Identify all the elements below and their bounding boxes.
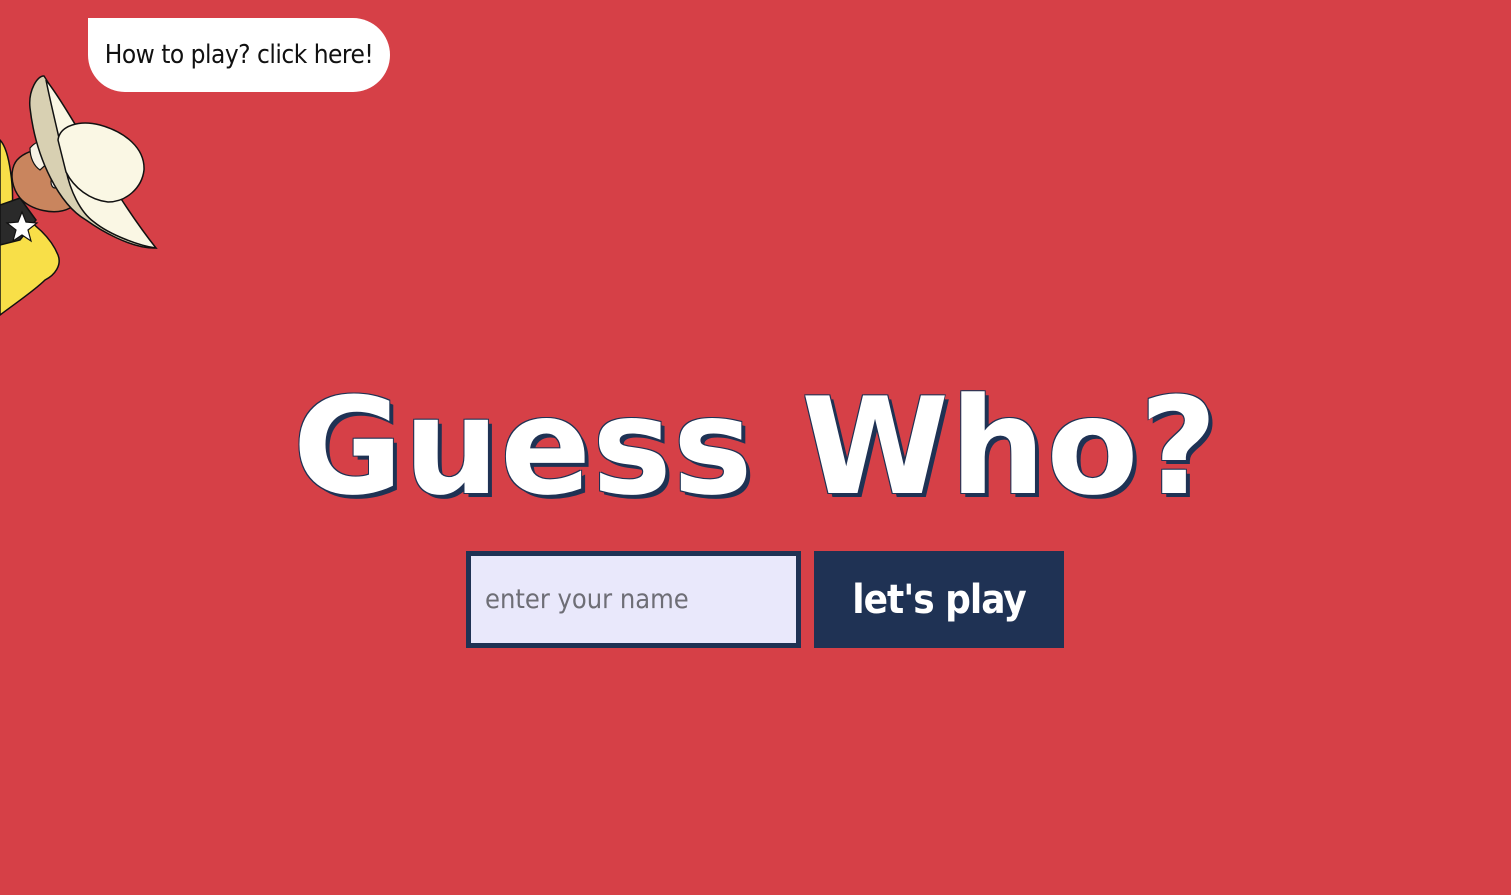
lets-play-button[interactable]: let's play [814, 551, 1064, 648]
how-to-play-bubble[interactable]: How to play? click here! [88, 18, 390, 92]
game-title: Guess Who? [292, 369, 1219, 525]
name-input[interactable] [466, 551, 801, 648]
cowboy-hat-character-icon[interactable] [0, 70, 170, 320]
